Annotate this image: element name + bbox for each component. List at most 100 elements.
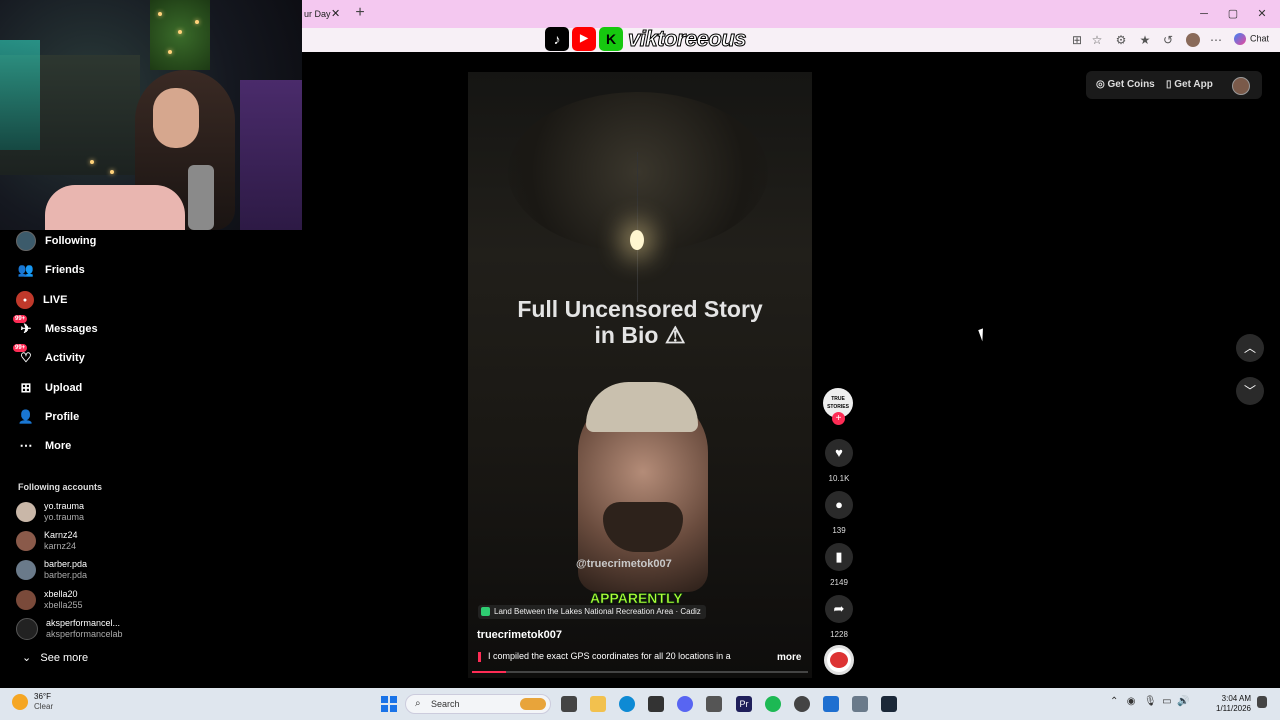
video-caption-overlay: APPARENTLY bbox=[590, 590, 683, 607]
taskbar-search[interactable]: ⌕ Search bbox=[405, 694, 551, 714]
search-label: Search bbox=[431, 699, 460, 709]
sidebar-item-label: Messages bbox=[45, 323, 98, 335]
sidebar-item-live[interactable]: ● LIVE bbox=[16, 289, 67, 311]
volume-icon: 🔊 bbox=[1177, 696, 1190, 707]
steam-icon[interactable] bbox=[881, 696, 897, 712]
avatar-icon bbox=[16, 231, 36, 251]
share-button[interactable]: ➦ bbox=[825, 595, 853, 623]
sidebar-item-label: More bbox=[45, 440, 72, 452]
follow-plus-button[interactable]: + bbox=[832, 412, 845, 425]
account-name: Karnz24 bbox=[44, 530, 78, 540]
tab-title: ur Day bbox=[304, 9, 331, 19]
obs-icon[interactable] bbox=[794, 696, 810, 712]
friends-icon: 👥 bbox=[17, 262, 35, 277]
copilot-icon bbox=[1234, 33, 1246, 45]
taskbar-clock[interactable]: 3:04 AM 1/11/2026 bbox=[1211, 694, 1251, 714]
like-button[interactable]: ♥ bbox=[825, 439, 853, 467]
caption-more-button[interactable]: more bbox=[777, 652, 801, 663]
start-button[interactable] bbox=[381, 696, 397, 712]
get-coins-label: Get Coins bbox=[1107, 79, 1155, 90]
music-disc[interactable] bbox=[824, 645, 854, 675]
comment-count: 139 bbox=[832, 526, 846, 535]
weather-moon-icon bbox=[12, 694, 28, 710]
extensions-icon[interactable]: ⚙ bbox=[1114, 33, 1128, 47]
location-tag[interactable]: Land Between the Lakes National Recreati… bbox=[478, 605, 706, 619]
following-account[interactable]: barber.pda barber.pda bbox=[16, 557, 87, 583]
minimize-button[interactable]: ─ bbox=[1196, 6, 1212, 22]
messages-icon: ✈ 99+ bbox=[13, 315, 32, 336]
copilot-chat-button[interactable]: Chat bbox=[1234, 33, 1269, 47]
following-account[interactable]: xbella20 xbella255 bbox=[16, 587, 83, 613]
messages-badge: 99+ bbox=[13, 315, 28, 323]
sidebar-item-messages[interactable]: ✈ 99+ Messages bbox=[13, 315, 98, 340]
notification-icon[interactable] bbox=[1257, 696, 1267, 708]
sidebar-item-activity[interactable]: ♡ 99+ Activity bbox=[13, 344, 85, 369]
following-account[interactable]: yo.trauma yo.trauma bbox=[16, 499, 84, 525]
share-count: 1228 bbox=[830, 630, 848, 639]
weather-temp: 36°F bbox=[34, 692, 51, 701]
sidebar-item-more[interactable]: ⋯ More bbox=[16, 435, 72, 457]
store-icon[interactable] bbox=[648, 696, 664, 712]
upload-icon: ⊞ bbox=[20, 380, 32, 395]
premiere-icon[interactable]: Pr bbox=[736, 696, 752, 712]
sidebar-item-upload[interactable]: ⊞ Upload bbox=[16, 377, 83, 399]
edge-icon[interactable] bbox=[619, 696, 635, 712]
spotify-icon[interactable] bbox=[765, 696, 781, 712]
account-name: barber.pda bbox=[44, 559, 88, 569]
chevron-down-icon: ⌄ bbox=[22, 652, 41, 664]
kick-icon: K bbox=[599, 27, 623, 51]
avatar bbox=[16, 618, 38, 640]
settings-icon[interactable] bbox=[852, 696, 868, 712]
file-explorer-icon[interactable] bbox=[590, 696, 606, 712]
avatar bbox=[16, 502, 36, 522]
get-coins-button[interactable]: ◎ Get Coins bbox=[1096, 71, 1155, 99]
close-window-button[interactable]: ✕ bbox=[1254, 6, 1270, 22]
video-watermark: @truecrimetok007 bbox=[576, 558, 672, 570]
chat-label: Chat bbox=[1250, 33, 1270, 44]
next-video-button[interactable]: ﹀ bbox=[1236, 377, 1264, 405]
streamer-brand-overlay: ♪ ▶ K viktoreeous bbox=[545, 26, 747, 52]
app-available-icon[interactable]: ⊞ bbox=[1070, 33, 1084, 47]
weather-widget[interactable]: 36°F Clear bbox=[12, 692, 53, 712]
sidebar-item-friends[interactable]: 👥 Friends bbox=[16, 259, 85, 281]
task-view-icon[interactable] bbox=[561, 696, 577, 712]
account-handle: karnz24 bbox=[44, 541, 77, 551]
sidebar-item-following[interactable]: Following bbox=[16, 230, 96, 252]
browser-tab[interactable]: ur Day ✕ bbox=[302, 0, 344, 28]
comment-button[interactable]: ● bbox=[825, 491, 853, 519]
maximize-button[interactable]: ▢ bbox=[1225, 6, 1241, 22]
video-author[interactable]: truecrimetok007 bbox=[477, 629, 562, 641]
favorites-icon[interactable]: ★ bbox=[1138, 33, 1152, 47]
avatar bbox=[16, 531, 36, 551]
save-button[interactable]: ▮ bbox=[825, 543, 853, 571]
account-name: aksperformancel... bbox=[46, 618, 121, 628]
browser-profile-avatar[interactable] bbox=[1186, 33, 1200, 47]
video-player[interactable] bbox=[468, 72, 812, 678]
pin-icon bbox=[478, 651, 481, 662]
system-tray[interactable]: ⌃ ◉ 🎙 ▭ 🔊 bbox=[1110, 696, 1190, 707]
get-app-button[interactable]: ▯ Get App bbox=[1166, 71, 1213, 99]
sidebar-item-label: Friends bbox=[45, 264, 85, 276]
account-handle: barber.pda bbox=[44, 570, 88, 580]
profile-icon: 👤 bbox=[17, 409, 35, 424]
following-account[interactable]: Karnz24 karnz24 bbox=[16, 528, 78, 554]
app-icon[interactable] bbox=[706, 696, 722, 712]
heart-icon: ♥ bbox=[835, 445, 843, 460]
live-icon: ● bbox=[16, 291, 34, 309]
menu-dots-icon[interactable]: ⋯ bbox=[1209, 33, 1223, 47]
tab-close-icon[interactable]: ✕ bbox=[331, 0, 340, 28]
previous-video-button[interactable]: ︿ bbox=[1236, 334, 1264, 362]
video-progress-bar[interactable] bbox=[472, 671, 808, 673]
discord-icon[interactable] bbox=[677, 696, 693, 712]
clock-time: 3:04 AM bbox=[1221, 694, 1251, 703]
favorite-star-icon[interactable]: ☆ bbox=[1090, 33, 1104, 47]
user-avatar[interactable] bbox=[1232, 77, 1250, 95]
see-more-button[interactable]: ⌄ See more bbox=[22, 651, 88, 664]
sidebar-item-profile[interactable]: 👤 Profile bbox=[16, 406, 79, 428]
history-icon[interactable]: ↺ bbox=[1161, 33, 1175, 47]
account-name: xbella20 bbox=[44, 589, 78, 599]
new-tab-button[interactable]: + bbox=[352, 5, 368, 21]
sidebar-item-label: Upload bbox=[45, 382, 83, 394]
photos-icon[interactable] bbox=[823, 696, 839, 712]
following-account[interactable]: aksperformancel... aksperformancelab bbox=[16, 616, 123, 642]
